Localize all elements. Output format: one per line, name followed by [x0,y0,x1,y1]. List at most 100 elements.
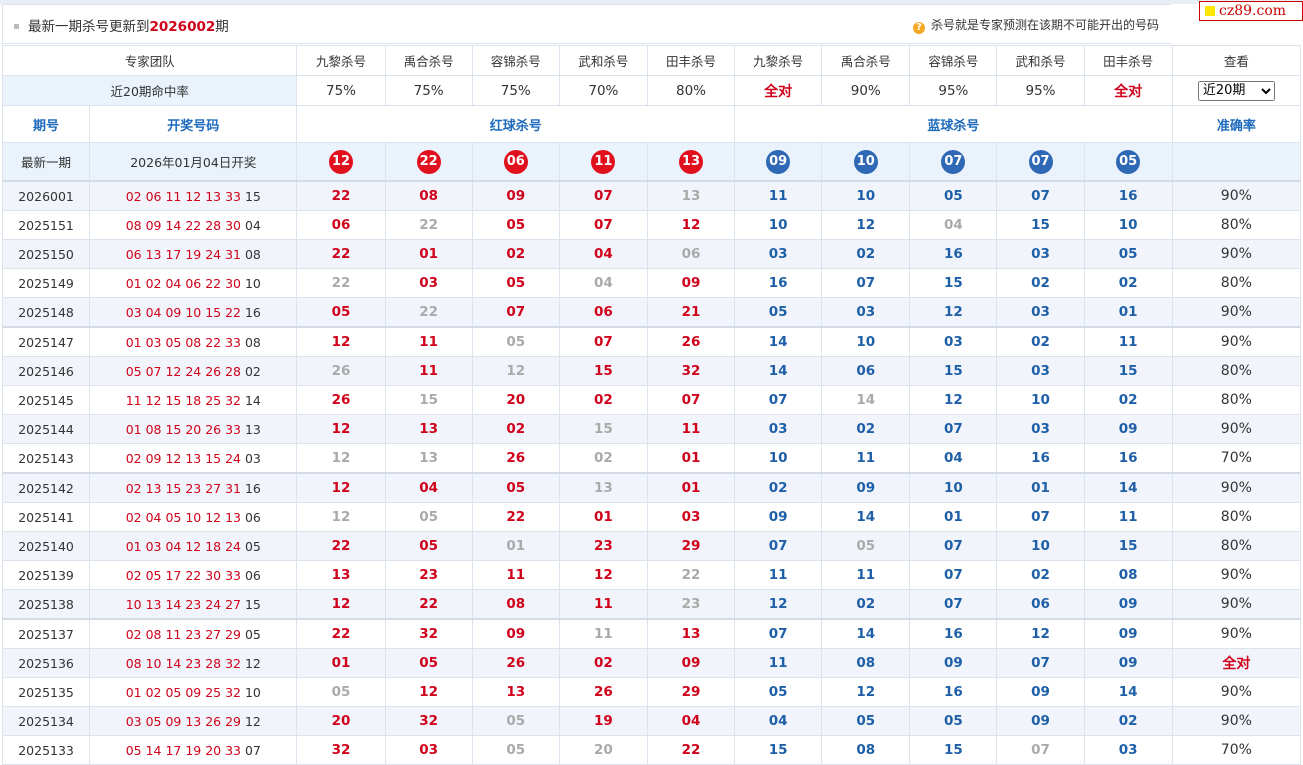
draw-blue-number: 13 [244,421,261,437]
blue-kill-number: 16 [734,268,823,298]
blue-kill-number: 04 [909,443,998,474]
draw-blue-number: 02 [244,363,261,379]
expert-name: 容锦杀号 [909,45,998,76]
draw-numbers: 01 03 04 12 18 24 05 [89,531,298,561]
blue-kill-number: 03 [734,414,823,444]
hit-rate: 90% [821,75,911,106]
table-row: 2025134 03 05 09 13 26 29 12 20 32 05 19 04 04 0… [1,706,1302,736]
table-row: 2025148 03 04 09 10 15 22 16 05 22 07 06 21 05 0… [1,297,1302,328]
red-kill-number: 12 [296,589,386,620]
accuracy: 90% [1171,297,1302,328]
red-kill-number: 03 [646,502,736,532]
blue-kill-number: 02 [996,560,1085,590]
latest-kill-cell: 09 [734,142,823,182]
accuracy: 80% [1171,356,1302,386]
help-tip: ? 杀号就是专家预测在该期不可能开出的号码 [912,16,1159,34]
blue-kill-number: 09 [996,677,1085,707]
hit-rate-label: 近20期命中率 [1,75,298,106]
red-kill-number: 15 [558,356,648,386]
page-title: 最新一期杀号更新到2026002期 [28,19,229,35]
blue-kill-number: 08 [821,735,911,765]
red-kill-number: 02 [471,414,560,444]
table-row: 2025139 02 05 17 22 30 33 06 13 23 11 12 22 11 1… [1,560,1302,590]
blue-kill-number: 03 [996,239,1085,269]
draw-red-numbers: 01 08 15 20 26 33 [125,421,241,437]
draw-blue-number: 07 [244,742,261,758]
hit-rate: 全对 [734,75,823,106]
period-range-select[interactable]: 近20期 [1197,80,1275,101]
draw-red-numbers: 02 05 17 22 30 33 [125,567,241,583]
question-icon: ? [912,22,925,34]
blue-kill-number: 15 [734,735,823,765]
blue-ball: 07 [1028,149,1053,174]
accuracy: 80% [1171,502,1302,532]
blue-kill-number: 14 [821,385,911,415]
accuracy: 80% [1171,210,1302,240]
table-row: 2025150 06 13 17 19 24 31 08 22 01 02 04 06 03 0… [1,239,1302,269]
latest-kill-cell: 11 [558,142,648,182]
blue-kill-number: 07 [734,531,823,561]
table-row: 2025146 05 07 12 24 26 28 02 26 11 12 15 32 14 0… [1,356,1302,386]
blue-kill-number: 02 [734,472,823,503]
red-kill-number: 22 [384,297,473,328]
draw-red-numbers: 01 03 04 12 18 24 [125,538,241,554]
red-kill-number: 05 [384,531,473,561]
site-logo[interactable]: cz89.com [1199,1,1303,21]
period-number: 2026001 [1,180,91,211]
red-kill-number: 05 [296,297,386,328]
draw-numbers: 02 05 17 22 30 33 06 [89,560,298,590]
view-label: 查看 [1171,45,1302,76]
red-kill-number: 26 [471,443,560,474]
latest-row: 最新一期 2026年01月04日开奖 12 22 06 11 13 09 10 07 07 05 [1,142,1302,182]
blue-kill-number: 03 [996,297,1085,328]
accuracy: 80% [1171,268,1302,298]
hit-rate: 95% [996,75,1085,106]
red-kill-number: 06 [558,297,648,328]
blue-kill-number: 12 [996,618,1085,649]
blue-kill-number: 16 [909,677,998,707]
draw-blue-number: 06 [244,509,261,525]
period-number: 2025134 [1,706,91,736]
red-kill-number: 12 [296,472,386,503]
accuracy: 90% [1171,706,1302,736]
accuracy: 90% [1171,180,1302,211]
blue-kill-number: 15 [909,356,998,386]
period-number: 2025142 [1,472,91,503]
blue-kill-number: 10 [996,385,1085,415]
blue-kill-number: 06 [996,589,1085,620]
blue-kill-number: 15 [1083,356,1173,386]
expert-name: 九黎杀号 [734,45,823,76]
blue-kill-number: 02 [996,268,1085,298]
latest-kill-cell: 13 [646,142,736,182]
draw-numbers: 02 08 11 23 27 29 05 [89,618,298,649]
blue-kill-number: 05 [1083,239,1173,269]
blue-ball: 10 [853,149,878,174]
blue-kill-number: 07 [996,648,1085,678]
blue-kill-number: 02 [821,239,911,269]
red-kill-number: 22 [296,268,386,298]
period-number: 2025133 [1,735,91,765]
draw-blue-number: 05 [244,626,261,642]
draw-numbers: 08 10 14 23 28 32 12 [89,648,298,678]
latest-kill-cell: 07 [996,142,1085,182]
blue-kill-number: 15 [909,268,998,298]
col-red-kill: 红球杀号 [296,105,736,143]
period-number: 2025146 [1,356,91,386]
red-kill-number: 05 [471,326,560,357]
draw-red-numbers: 03 04 09 10 15 22 [125,304,241,320]
red-kill-number: 23 [558,531,648,561]
draw-blue-number: 10 [244,275,261,291]
blue-kill-number: 07 [909,414,998,444]
red-kill-number: 20 [558,735,648,765]
blue-kill-number: 02 [821,589,911,620]
draw-red-numbers: 10 13 14 23 24 27 [125,596,241,612]
table-row: 2025133 05 14 17 19 20 33 07 32 03 05 20 22 15 0… [1,735,1302,765]
table-row: 2025143 02 09 12 13 15 24 03 12 13 26 02 01 10 1… [1,443,1302,474]
draw-red-numbers: 11 12 15 18 25 32 [125,392,241,408]
red-kill-number: 02 [558,648,648,678]
draw-blue-number: 16 [244,480,261,496]
column-header-row: 期号 开奖号码 红球杀号 蓝球杀号 准确率 [1,105,1302,143]
red-kill-number: 26 [558,677,648,707]
draw-red-numbers: 05 07 12 24 26 28 [125,363,241,379]
col-accuracy: 准确率 [1171,105,1302,143]
